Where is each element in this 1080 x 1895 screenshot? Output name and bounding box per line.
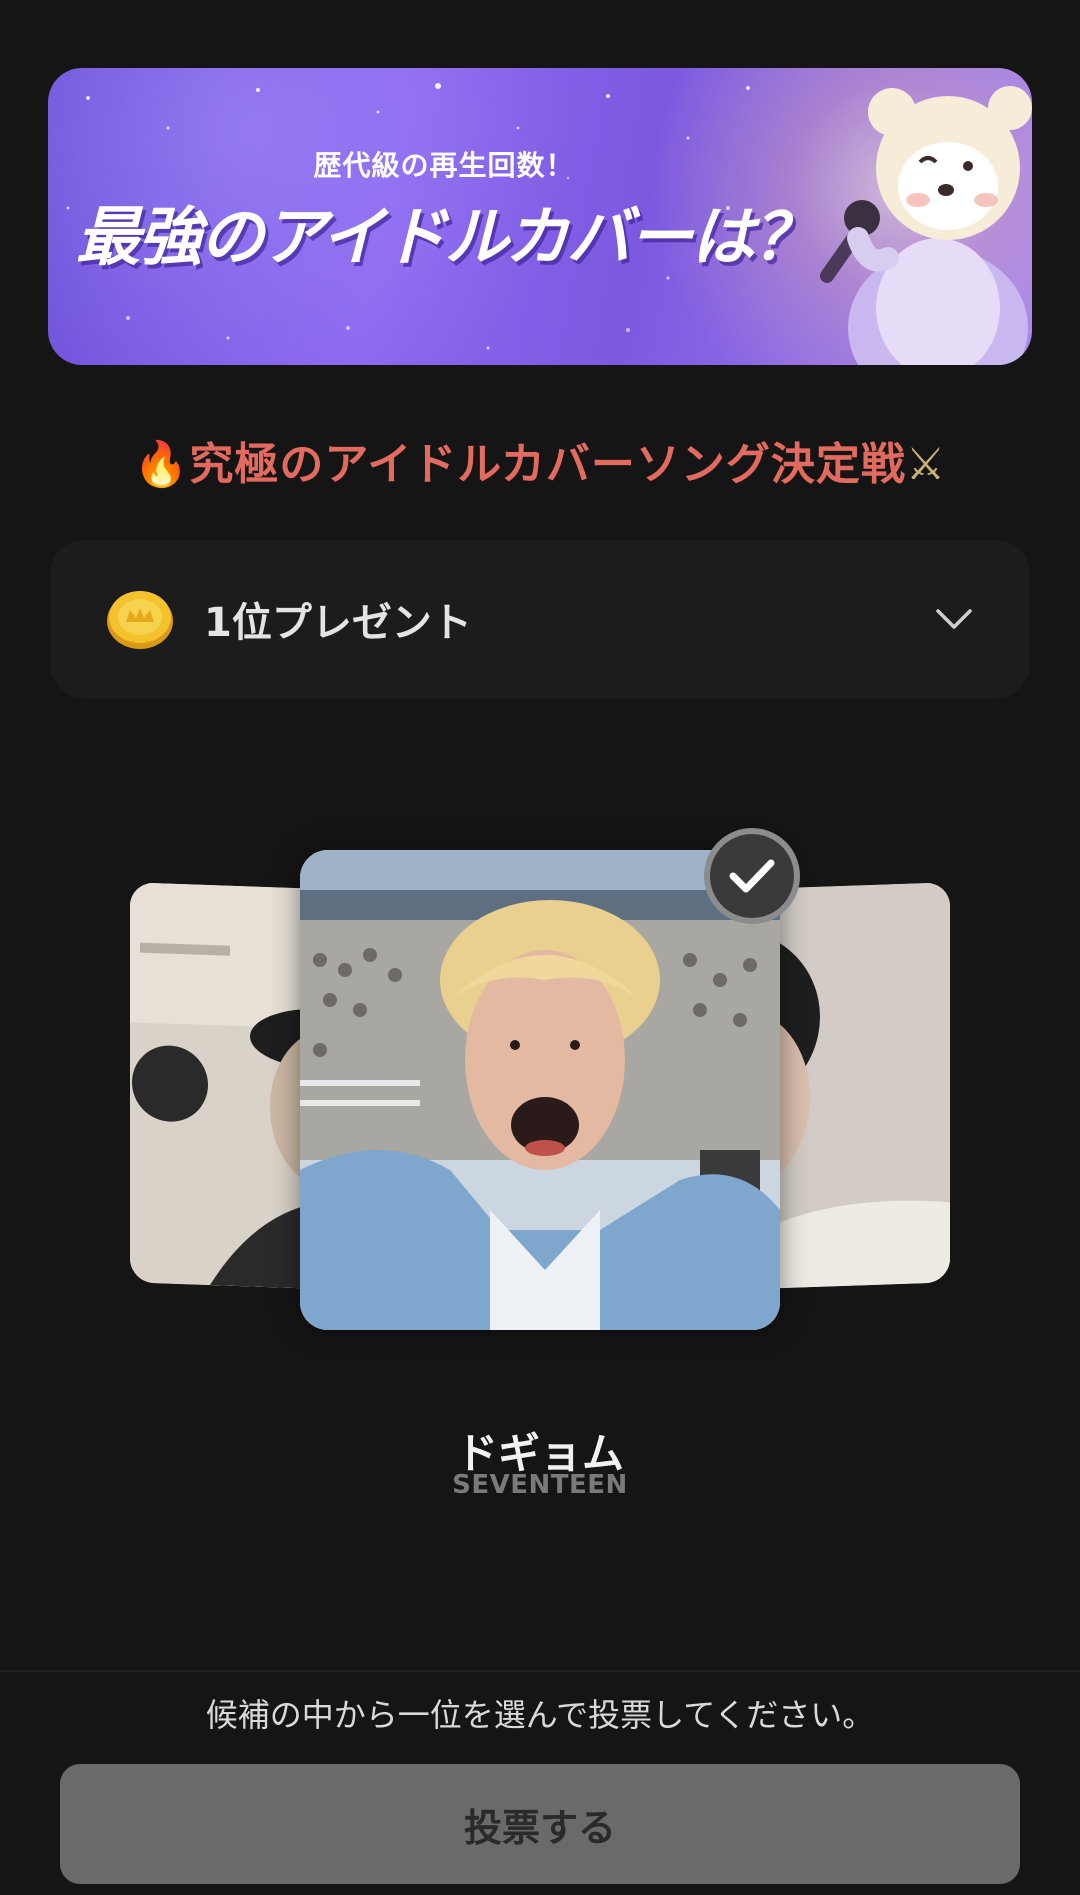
candidate-group: SEVENTEEN xyxy=(452,1470,628,1500)
vote-page: 歴代級の再生回数！ 最強のアイドルカバーは？ 🔥究極のアイドルカバーソング決定戦… xyxy=(0,0,1080,1895)
headline-text: 究極のアイドルカバーソング決定戦 xyxy=(189,439,906,490)
mascot-illustration xyxy=(819,86,1032,365)
crossed-swords-icon: ⚔ xyxy=(905,439,947,490)
event-banner[interactable]: 歴代級の再生回数！ 最強のアイドルカバーは？ xyxy=(48,68,1032,365)
prize-label: 1位プレゼント xyxy=(204,600,472,646)
banner-title: 最強のアイドルカバーは？ xyxy=(76,201,817,275)
fire-icon: 🔥 xyxy=(133,439,190,490)
candidate-photo xyxy=(300,850,780,1330)
first-place-prize-accordion[interactable]: 1位プレゼント xyxy=(50,540,1030,698)
coin-icon xyxy=(107,591,173,649)
footer-divider xyxy=(0,1670,1080,1672)
candidate-card-selected[interactable] xyxy=(300,850,780,1330)
checkmark-icon xyxy=(729,859,775,893)
selected-check-badge xyxy=(704,828,800,924)
vote-instruction: 候補の中から一位を選んで投票してください。 xyxy=(205,1696,875,1734)
vote-button[interactable]: 投票する xyxy=(60,1764,1020,1884)
chevron-down-icon[interactable] xyxy=(934,607,974,631)
banner-subtitle: 歴代級の再生回数！ xyxy=(313,149,575,182)
event-headline: 🔥究極のアイドルカバーソング決定戦⚔ xyxy=(0,428,1080,492)
